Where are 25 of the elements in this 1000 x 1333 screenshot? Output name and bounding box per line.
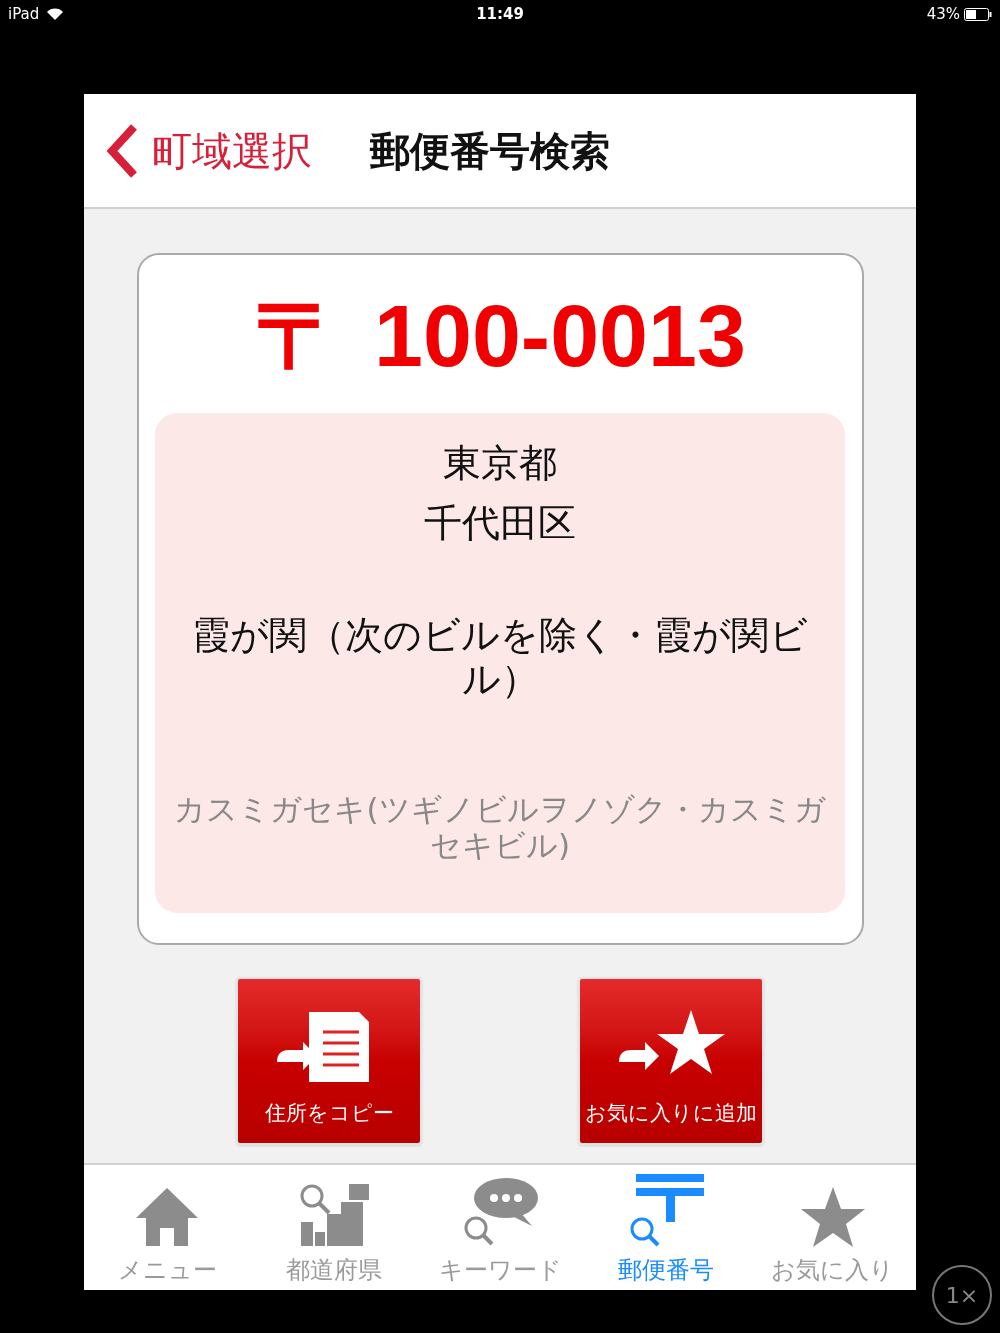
zoom-button[interactable]: 1× — [932, 1265, 992, 1325]
postal-mark: 〒 — [254, 291, 345, 381]
copy-address-button[interactable]: 住所をコピー — [236, 977, 422, 1145]
tab-item[interactable]: メニュー — [84, 1165, 251, 1290]
postal-code: 100-0013 — [374, 292, 746, 380]
page-title: 郵便番号検索 — [370, 126, 610, 176]
tab-item[interactable]: キーワード — [416, 1165, 584, 1290]
chat-search-icon — [462, 1176, 538, 1248]
star-icon — [799, 1186, 866, 1248]
kana-text: カスミガセキ(ツギノビルヲノゾク・カスミガセキビル) — [173, 791, 827, 863]
clock: 11:49 — [476, 3, 524, 25]
tab-item[interactable]: お気に入り — [749, 1165, 917, 1290]
wifi-icon — [47, 8, 64, 20]
tab-item[interactable]: 郵便番号 — [583, 1165, 750, 1290]
battery-percent: 43% — [926, 3, 960, 25]
town-text: 霞が関（次のビルを除く・霞が関ビル） — [191, 613, 809, 701]
back-chevron-icon — [104, 122, 140, 179]
battery-icon — [964, 7, 992, 21]
city-text: 千代田区 — [424, 500, 576, 547]
device-name: iPad — [8, 3, 40, 25]
add-favorite-button[interactable]: お気に入りに追加 — [578, 977, 764, 1145]
tab-item[interactable]: 都道府県 — [250, 1165, 417, 1290]
back-button[interactable]: 町域選択 — [84, 120, 312, 181]
prefecture-text: 東京都 — [443, 440, 557, 487]
postal-search-icon — [628, 1174, 705, 1248]
